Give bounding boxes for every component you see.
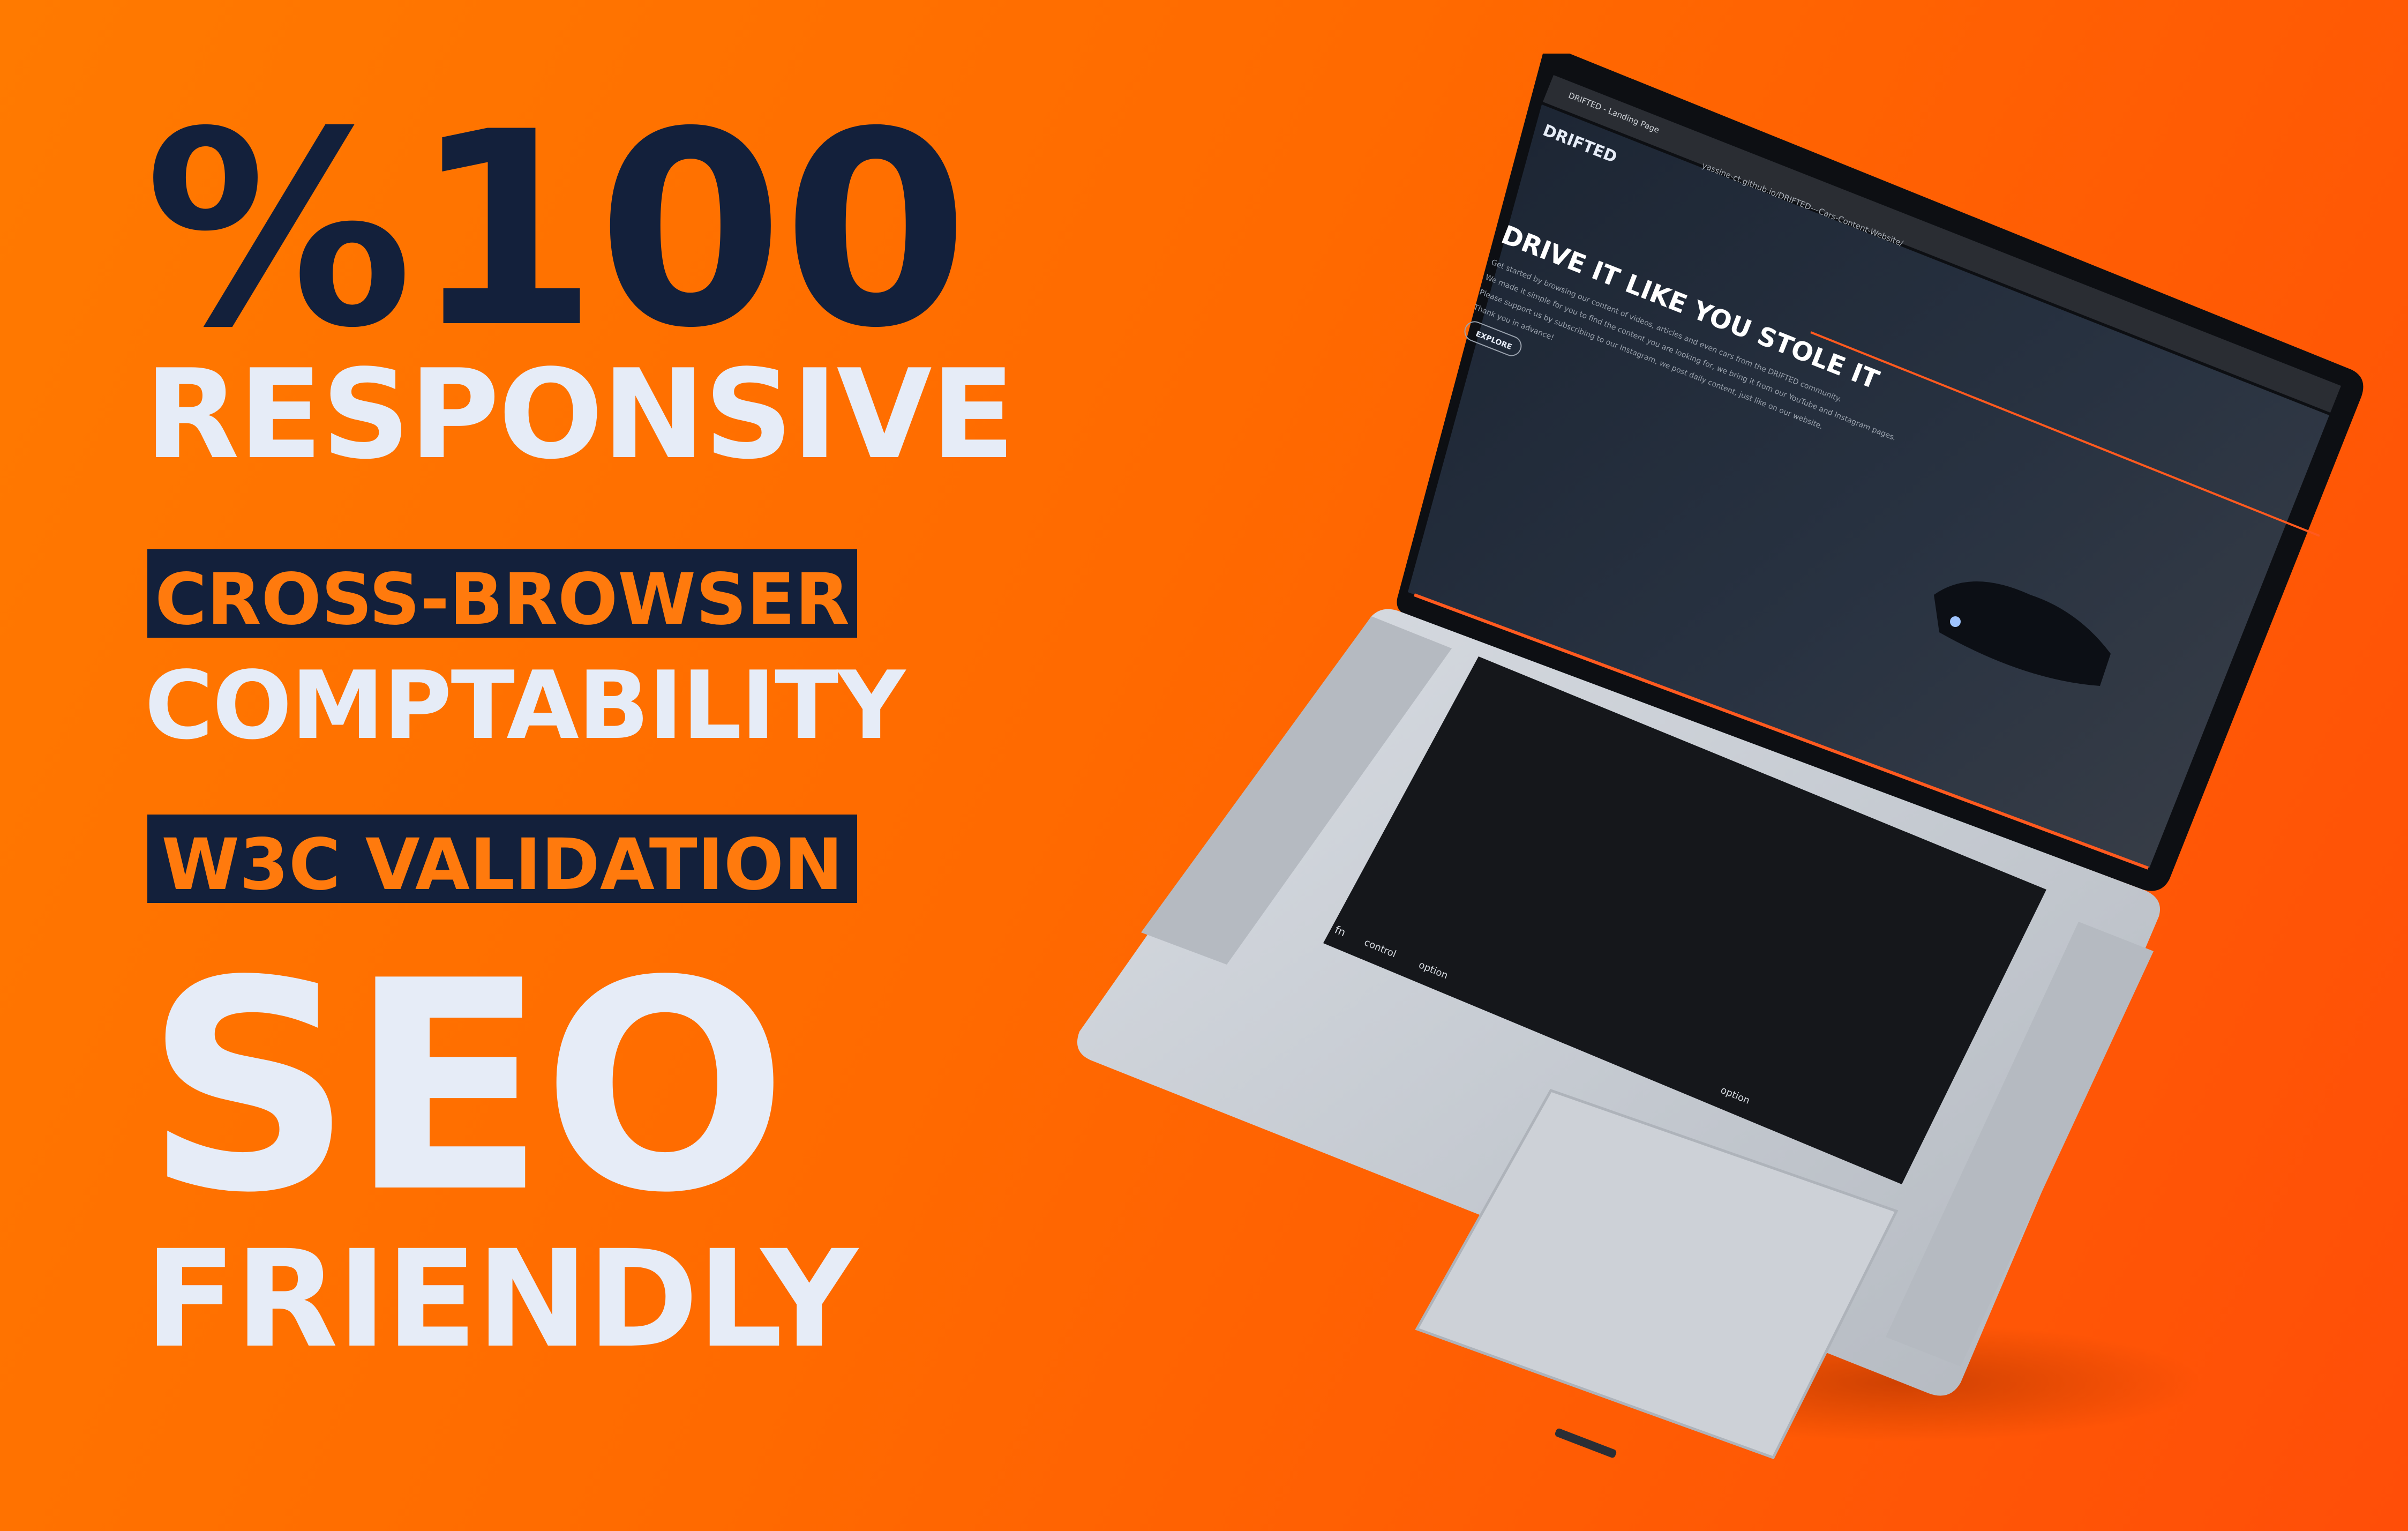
laptop-mockup: DRIFTED - Landing Page yassine-ct.github… (1077, 54, 2364, 1460)
w3c-validation-band: W3C VALIDATION (147, 815, 857, 903)
percent-headline: %100 (145, 74, 969, 386)
compatibility-headline: COMPTABILITY (145, 652, 905, 760)
seo-headline: SEO (145, 920, 788, 1256)
lid-notch (1555, 1428, 1617, 1458)
cross-browser-band: CROSS-BROWSER (147, 549, 857, 638)
friendly-headline: FRIENDLY (145, 1221, 858, 1377)
responsive-headline: RESPONSIVE (145, 343, 1015, 487)
